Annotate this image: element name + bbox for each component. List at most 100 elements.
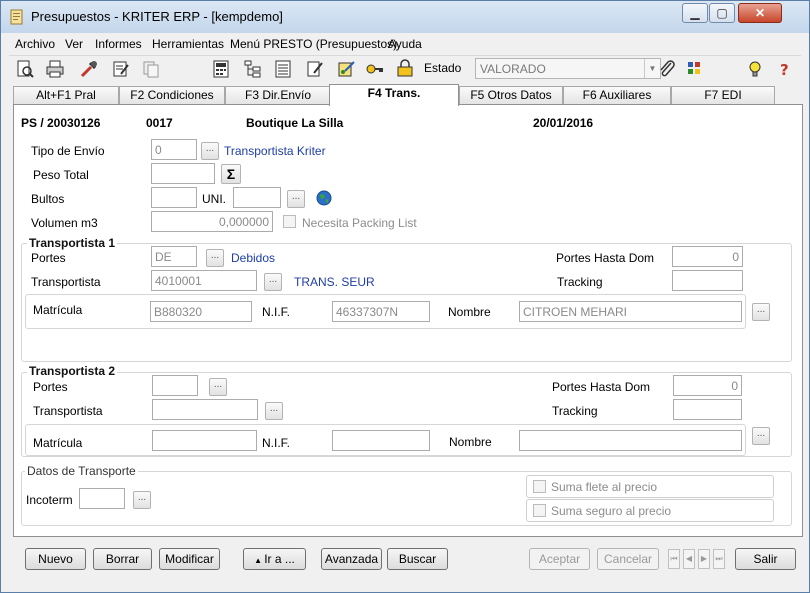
list-icon[interactable] [273,59,293,79]
t2-portes-field[interactable] [152,375,198,396]
document-edit-icon[interactable] [305,59,325,79]
maximize-button[interactable]: ▢ [709,3,735,23]
tab-dir-envio[interactable]: F3 Dir.Envío [225,86,331,105]
wizard-icon[interactable] [337,59,357,79]
t1-transportista-lookup-button[interactable]: ... [264,273,282,291]
cancelar-button[interactable]: Cancelar [597,548,659,570]
grid-icon[interactable] [685,59,705,79]
next-record-icon[interactable]: ▶ [698,549,710,569]
tools-icon[interactable] [79,59,99,79]
incoterm-lookup-button[interactable]: ... [133,491,151,509]
calculator-icon[interactable] [211,59,231,79]
buscar-button[interactable]: Buscar [387,548,448,570]
t2-matricula-field[interactable] [152,430,257,451]
client-name: Boutique La Silla [246,116,344,130]
packing-list-label: Necesita Packing List [302,216,417,230]
menu-archivo[interactable]: Archivo [15,37,55,51]
close-button[interactable]: ✕ [738,3,782,23]
tab-edi[interactable]: F7 EDI [671,86,775,105]
t2-nif-field[interactable] [332,430,430,451]
print-icon[interactable] [45,59,65,79]
peso-total-field[interactable] [151,163,215,184]
prev-record-icon[interactable]: ◀ [683,549,695,569]
tab-trans[interactable]: F4 Trans. [329,84,459,106]
menu-ver[interactable]: Ver [65,37,83,51]
t1-nif-field[interactable]: 46337307N [332,301,430,322]
t2-portes-lookup-button[interactable]: ... [209,378,227,396]
key-icon[interactable] [365,59,385,79]
incoterm-label: Incoterm [26,493,73,507]
t1-portes-hasta-field[interactable]: 0 [672,246,743,267]
menu-ayuda[interactable]: Ayuda [388,37,422,51]
tab-otros-datos[interactable]: F5 Otros Datos [459,86,563,105]
tab-condiciones[interactable]: F2 Condiciones [119,86,225,105]
tab-auxiliares[interactable]: F6 Auxiliares [563,86,671,105]
t2-tracking-field[interactable] [673,399,742,420]
globe-icon[interactable] [316,190,332,209]
uni-field[interactable] [233,187,281,208]
t1-nombre-field[interactable]: CITROEN MEHARI [519,301,742,322]
tipo-envio-lookup-button[interactable]: ... [201,142,219,160]
arrow-up-icon: ▲ [254,556,265,565]
t2-nombre-lookup-button[interactable]: ... [752,427,770,445]
t2-portes-hasta-label: Portes Hasta Dom [552,380,651,394]
bultos-field[interactable] [151,187,197,208]
modificar-button[interactable]: Modificar [159,548,220,570]
t2-nombre-field[interactable] [519,430,742,451]
toolbar: Estado VALORADO ▼ ? [9,55,801,81]
tab-strip: Alt+F1 Pral F2 Condiciones F3 Dir.Envío … [13,84,803,106]
estado-label: Estado [424,61,462,75]
t1-portes-lookup-button[interactable]: ... [206,249,224,267]
datos-transporte-title: Datos de Transporte [25,464,138,478]
t2-transportista-lookup-button[interactable]: ... [265,402,283,420]
lightbulb-icon[interactable] [745,59,765,79]
t2-transportista-label: Transportista [33,404,103,418]
t1-transportista-field[interactable]: 4010001 [151,270,257,291]
t1-tracking-label: Tracking [557,275,603,289]
copy-icon[interactable] [141,59,161,79]
t1-portes-field[interactable]: DE [151,246,197,267]
suma-seguro-checkbox[interactable] [533,504,546,517]
first-record-icon[interactable]: ⏮ [668,549,680,569]
uni-lookup-button[interactable]: ... [287,190,305,208]
estado-select[interactable]: VALORADO ▼ [475,58,661,79]
tree-icon[interactable] [243,59,263,79]
menu-bar: Archivo Ver Informes Herramientas Menú P… [1,34,809,54]
volumen-field[interactable]: 0,000000 [151,211,273,232]
menu-herramientas[interactable]: Herramientas [152,37,224,51]
t1-portes-label: Portes [31,251,66,265]
sigma-icon[interactable]: Σ [221,164,241,184]
t1-tracking-field[interactable] [672,270,743,291]
t1-matricula-field[interactable]: B880320 [150,301,252,322]
aceptar-button[interactable]: Aceptar [529,548,590,570]
tab-pral[interactable]: Alt+F1 Pral [13,86,119,105]
title-bar: Presupuestos - KRITER ERP - [kempdemo] ▁… [1,1,809,33]
t1-transportista-desc: TRANS. SEUR [294,275,375,289]
ir-a-button[interactable]: ▲ Ir a ... [243,548,306,570]
packing-list-checkbox[interactable] [283,215,296,228]
last-record-icon[interactable]: ⏭ [713,549,725,569]
incoterm-field[interactable] [79,488,125,509]
t2-matricula-label: Matrícula [33,436,83,450]
tipo-envio-field[interactable]: 0 [151,139,197,160]
nuevo-button[interactable]: Nuevo [25,548,86,570]
t2-transportista-field[interactable] [152,399,258,420]
t2-portes-hasta-field[interactable]: 0 [673,375,742,396]
menu-presto[interactable]: Menú PRESTO (Presupuestos) [230,37,397,51]
paperclip-icon[interactable] [657,59,677,79]
close-icon: ✕ [754,6,766,20]
borrar-button[interactable]: Borrar [93,548,152,570]
lock-icon[interactable] [395,59,415,79]
avanzada-button[interactable]: Avanzada [321,548,382,570]
help-icon[interactable]: ? [775,59,795,79]
estado-value: VALORADO [480,62,546,76]
t1-nombre-lookup-button[interactable]: ... [752,303,770,321]
suma-flete-checkbox[interactable] [533,480,546,493]
preview-icon[interactable] [15,59,35,79]
salir-button[interactable]: Salir [735,548,796,570]
minimize-button[interactable]: ▁ [682,3,708,23]
t1-nif-label: N.I.F. [262,305,291,319]
menu-informes[interactable]: Informes [95,37,142,51]
edit-form-icon[interactable] [111,59,131,79]
transportista1-title: Transportista 1 [27,236,118,250]
